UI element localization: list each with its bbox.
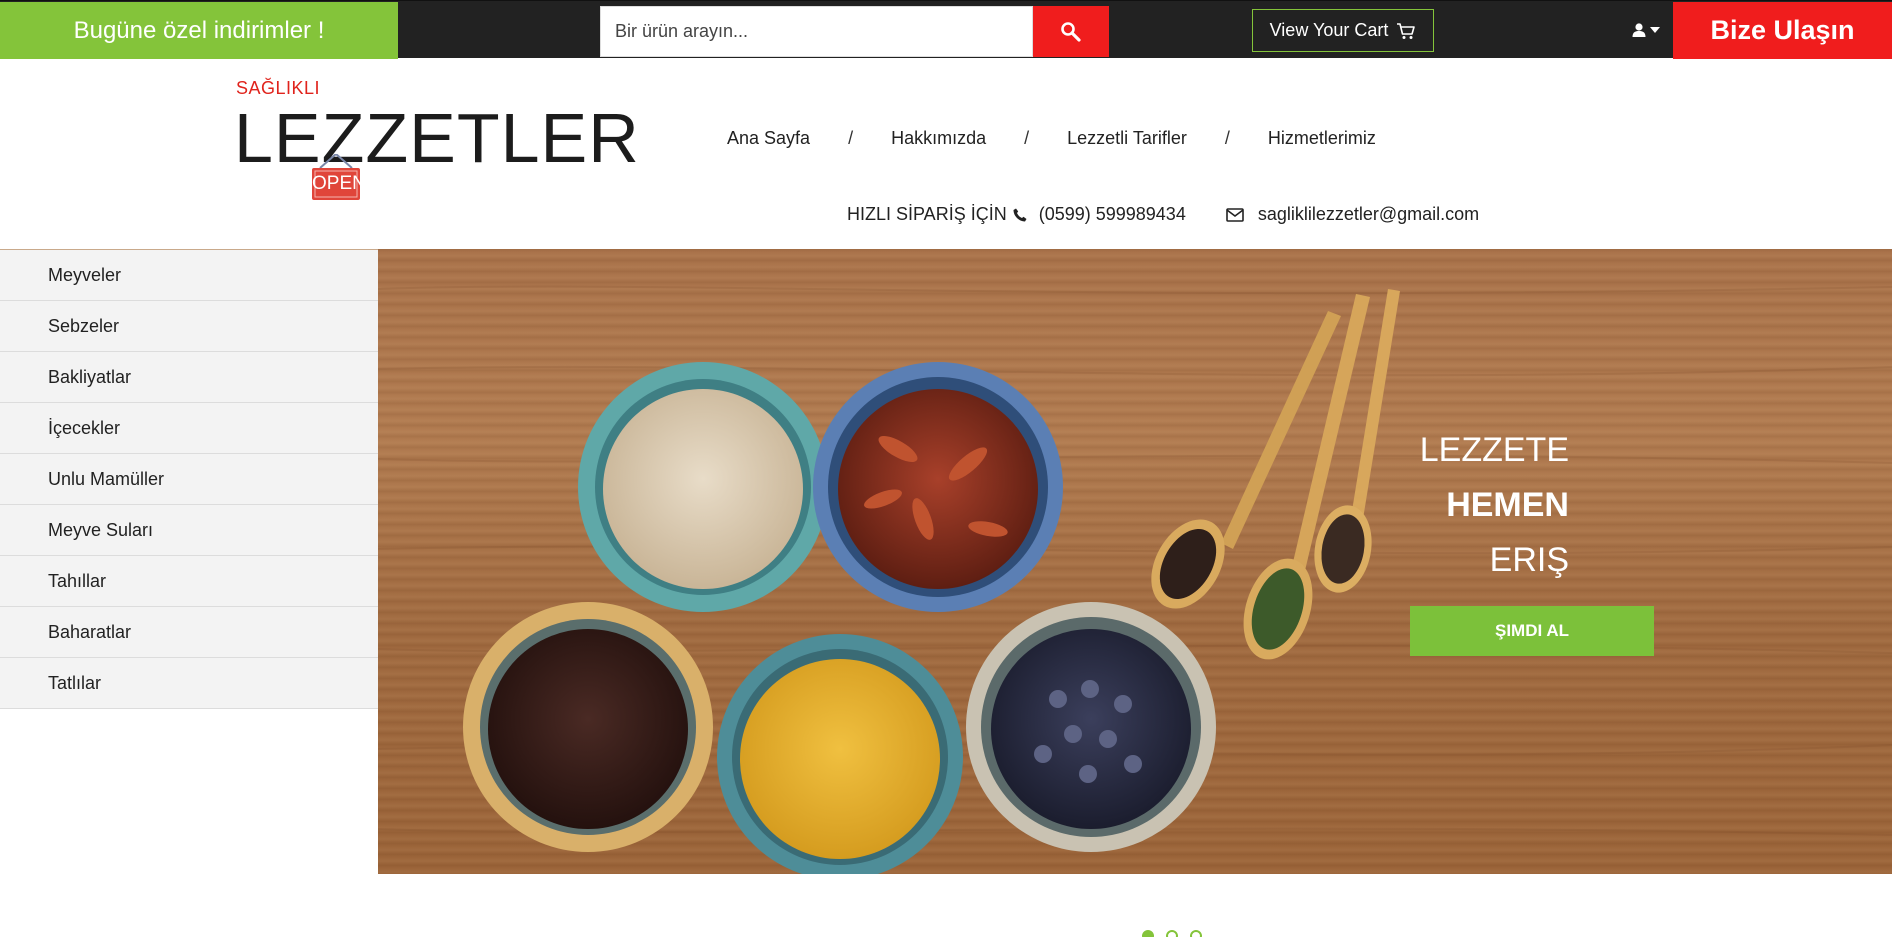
user-menu-toggle[interactable]: [1632, 18, 1662, 42]
top-bar: Bugüne özel indirimler ! View Your Cart …: [0, 0, 1892, 59]
slider-dot[interactable]: [1142, 930, 1154, 937]
site-logo[interactable]: SAĞLIKLI LEZZETLER OPEN: [234, 78, 639, 208]
nav-home[interactable]: Ana Sayfa: [727, 128, 810, 149]
category-item[interactable]: Tatlılar: [0, 658, 378, 709]
main-nav: Ana Sayfa / Hakkımızda / Lezzetli Tarifl…: [727, 128, 1376, 149]
slider-dots: [1142, 930, 1202, 937]
contact-info: HIZLI SİPARİŞ İÇİN (0599) 599989434 sagl…: [847, 204, 1479, 225]
search-input[interactable]: [600, 6, 1033, 57]
view-cart-button[interactable]: View Your Cart: [1252, 9, 1434, 52]
hero-line-2: HEMEN: [1446, 486, 1569, 524]
nav-separator: /: [1224, 128, 1230, 148]
category-item[interactable]: Unlu Mamüller: [0, 454, 378, 505]
email-address[interactable]: sagliklilezzetler@gmail.com: [1258, 204, 1479, 225]
user-icon: [1632, 23, 1646, 37]
category-item[interactable]: Meyve Suları: [0, 505, 378, 556]
nav-about[interactable]: Hakkımızda: [891, 128, 986, 149]
search-button[interactable]: [1033, 6, 1109, 57]
slider-dot[interactable]: [1190, 930, 1202, 937]
category-item[interactable]: Bakliyatlar: [0, 352, 378, 403]
buy-now-button[interactable]: ŞIMDI AL: [1410, 606, 1654, 656]
category-item[interactable]: Baharatlar: [0, 607, 378, 658]
phone-icon: [1013, 208, 1027, 221]
cart-icon: [1397, 22, 1416, 39]
phone-number[interactable]: (0599) 599989434: [1039, 204, 1186, 225]
category-item[interactable]: Meyveler: [0, 250, 378, 301]
nav-services[interactable]: Hizmetlerimiz: [1268, 128, 1376, 149]
caret-down-icon: [1650, 27, 1660, 33]
nav-separator: /: [848, 128, 854, 148]
search-icon: [1061, 21, 1081, 42]
category-item[interactable]: Tahıllar: [0, 556, 378, 607]
spice-bowls-image: [378, 285, 1892, 874]
logo-subtitle: SAĞLIKLI: [236, 78, 321, 98]
nav-separator: /: [1024, 128, 1030, 148]
hero-line-1: LEZZETE: [1419, 431, 1569, 469]
quick-order-label: HIZLI SİPARİŞ İÇİN: [847, 204, 1007, 224]
category-sidebar: Meyveler Sebzeler Bakliyatlar İçecekler …: [0, 249, 378, 709]
contact-us-button[interactable]: Bize Ulaşın: [1673, 2, 1892, 59]
cart-label: View Your Cart: [1269, 20, 1389, 40]
nav-recipes[interactable]: Lezzetli Tarifler: [1067, 128, 1187, 149]
category-item[interactable]: Sebzeler: [0, 301, 378, 352]
hero-headline: LEZZETE HEMEN ERIŞ: [1420, 423, 1569, 588]
envelope-icon: [1226, 207, 1244, 222]
category-item[interactable]: İçecekler: [0, 403, 378, 454]
slider-dot[interactable]: [1166, 930, 1178, 937]
open-sign-text: OPEN: [312, 173, 366, 194]
mail-icon-wrap: [1226, 207, 1244, 222]
hero-slider: LEZZETE HEMEN ERIŞ ŞIMDI AL: [378, 249, 1892, 874]
search-bar: [600, 6, 1109, 57]
hero-line-3: ERIŞ: [1489, 541, 1569, 579]
logo-title: LEZZETLER: [234, 99, 640, 177]
promo-banner[interactable]: Bugüne özel indirimler !: [0, 2, 398, 59]
